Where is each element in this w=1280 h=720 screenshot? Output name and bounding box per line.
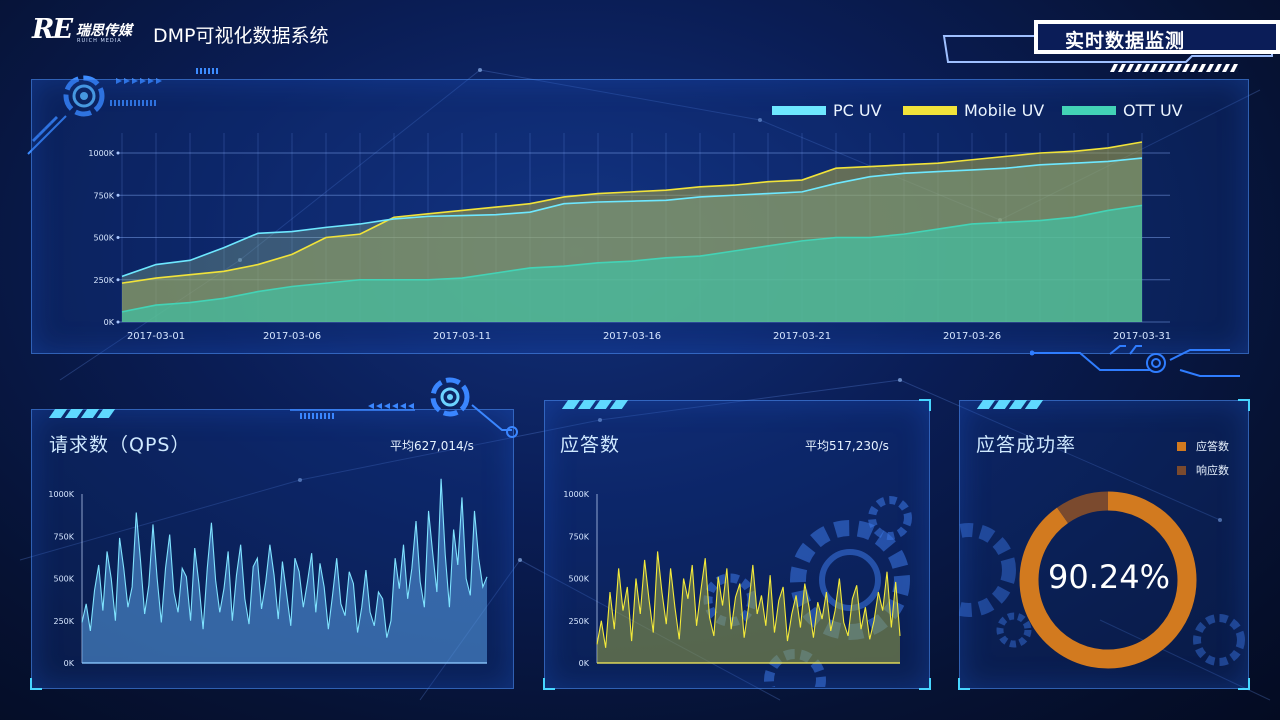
response-average: 平均517,230/s: [805, 439, 889, 453]
y-tick-label: 500K: [93, 234, 114, 243]
y-tick-label: 750K: [53, 532, 74, 541]
donut-slice-respond: [1057, 491, 1109, 524]
y-tick-label: 750K: [93, 191, 114, 200]
x-tick-label: 2017-03-21: [773, 331, 831, 342]
y-tick-label: 250K: [568, 617, 589, 626]
y-tick-label: 0K: [579, 659, 590, 668]
y-tick-dot: [116, 236, 120, 239]
response-area-chart: 0K 250K 500K 750K 1000K: [563, 490, 901, 668]
success-rate-value: 90.24%: [1047, 558, 1170, 596]
y-tick-label: 1000K: [88, 149, 114, 158]
y-tick-label: 0K: [64, 659, 75, 668]
qps-area-chart: 0K 250K 500K 750K 1000K: [48, 478, 488, 668]
response-stripes-decoration: [561, 400, 629, 409]
x-tick-label: 2017-03-26: [943, 331, 1001, 342]
y-tick-label: 1000K: [48, 490, 74, 499]
x-tick-label: 2017-03-11: [433, 331, 491, 342]
dashboard-stage: RE 瑞思传媒 RUICH MEDIA DMP可视化数据系统 实时数据监测 PC…: [0, 0, 1280, 720]
response-title: 应答数: [560, 434, 621, 456]
y-tick-dot: [116, 151, 120, 155]
y-tick-dot: [116, 320, 120, 324]
y-tick-label: 750K: [568, 532, 589, 541]
y-tick-label: 0K: [104, 318, 115, 327]
y-tick-label: 250K: [53, 617, 74, 626]
rate-stripes-decoration: [976, 400, 1044, 409]
x-tick-label: 2017-03-06: [263, 331, 321, 342]
y-tick-label: 500K: [53, 575, 74, 584]
x-tick-label: 2017-03-01: [127, 331, 185, 342]
y-tick-dot: [116, 278, 120, 282]
x-tick-label: 2017-03-16: [603, 331, 661, 342]
qps-average: 平均627,014/s: [390, 439, 474, 453]
y-tick-dot: [116, 193, 120, 197]
uv-area-chart: 0K 250K 500K 750K 1000K 2017-03-01 2017-03-06 2…: [88, 133, 1171, 342]
y-tick-label: 1000K: [563, 490, 589, 499]
y-tick-label: 500K: [568, 575, 589, 584]
qps-stripes-decoration: [48, 409, 116, 418]
circuit-decoration: [1030, 345, 1240, 377]
y-tick-label: 250K: [93, 276, 114, 285]
qps-title: 请求数（QPS）: [49, 434, 191, 456]
qps-gear-decoration: [290, 377, 518, 438]
